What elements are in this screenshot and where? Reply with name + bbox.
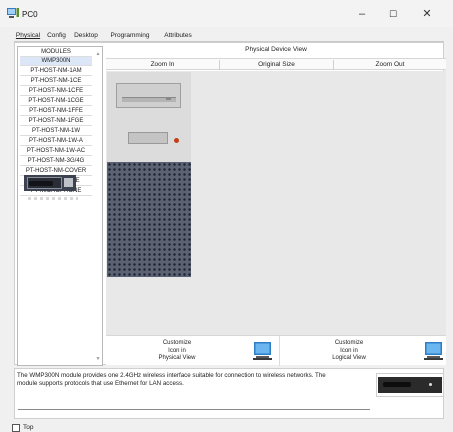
list-item[interactable]: PT-HOST-NM-1CGE: [20, 97, 92, 106]
scroll-up-arrow-icon[interactable]: ▲: [94, 50, 102, 58]
physical-device-view-title: Physical Device View: [245, 46, 307, 53]
module-list-header: MODULES: [20, 48, 92, 57]
monitor-icon[interactable]: [424, 340, 444, 362]
top-checkbox[interactable]: [12, 424, 20, 432]
description-line2: module supports protocols that use Ether…: [17, 380, 184, 387]
customize-logical-label[interactable]: Customize Icon in Logical View: [314, 340, 384, 363]
minimize-button[interactable]: –: [349, 5, 375, 23]
customize-logical-line3: Logical View: [332, 355, 366, 361]
customize-physical-line1: Customize: [162, 340, 192, 346]
monitor-icon[interactable]: [253, 340, 273, 362]
customize-separator: [279, 336, 280, 366]
rear-ports-row: [28, 197, 78, 200]
drive-led: [166, 98, 171, 100]
maximize-button[interactable]: ☐: [380, 5, 406, 23]
module-description: The WMP300N module provides one 2.4GHz w…: [17, 372, 357, 388]
list-item[interactable]: PT-HOST-NM-1AM: [20, 67, 92, 76]
description-line1: The WMP300N module provides one 2.4GHz w…: [17, 372, 326, 379]
module-label-icon: [64, 178, 73, 187]
ventilation-grille: [107, 162, 191, 277]
list-item[interactable]: PT-HOST-NM-1W-A: [20, 137, 92, 146]
description-divider: [18, 409, 370, 410]
title-bar: PC0 – ☐ ✕: [0, 0, 453, 27]
customize-logical-line1: Customize: [334, 340, 364, 346]
optical-drive-bay: [116, 83, 181, 108]
zoom-in-button[interactable]: Zoom In: [106, 59, 219, 71]
customize-physical-label[interactable]: Customize Icon in Physical View: [142, 340, 212, 363]
list-item[interactable]: PT-HOST-NM-1W: [20, 127, 92, 136]
customize-icon-bar: Customize Icon in Physical View Customiz…: [106, 335, 446, 366]
scroll-down-arrow-icon[interactable]: ▼: [94, 355, 102, 363]
list-item[interactable]: PT-HOST-NM-1W-AC: [20, 147, 92, 156]
original-size-button[interactable]: Original Size: [220, 59, 333, 71]
customize-physical-line3: Physical View: [158, 355, 196, 361]
power-button-icon[interactable]: [174, 138, 179, 143]
pc-icon: [7, 8, 19, 18]
zoom-toolbar: Zoom In Original Size Zoom Out: [106, 58, 446, 70]
pc-tower-image[interactable]: [107, 72, 191, 277]
module-led-icon: [429, 383, 432, 386]
list-item[interactable]: PT-HOST-NM-3G/4G: [20, 157, 92, 166]
window-title: PC0: [22, 10, 38, 19]
module-cable-icon: [383, 382, 411, 387]
list-item[interactable]: PT-HOST-NM-1FGE: [20, 117, 92, 126]
antenna-icon: [29, 181, 53, 186]
top-checkbox-label: Top: [23, 424, 34, 431]
floppy-drive-bay: [128, 132, 168, 144]
list-item[interactable]: PT-HOST-NM-1FFE: [20, 107, 92, 116]
customize-logical-line2: Icon in: [340, 347, 358, 354]
module-list[interactable]: MODULES WMP300N PT-HOST-NM-1AM PT-HOST-N…: [17, 46, 103, 366]
zoom-out-button[interactable]: Zoom Out: [334, 59, 446, 71]
close-button[interactable]: ✕: [414, 5, 440, 23]
list-item[interactable]: PT-HOST-NM-1CE: [20, 77, 92, 86]
list-item[interactable]: PT-HOST-NM-1CFE: [20, 87, 92, 96]
list-item[interactable]: WMP300N: [20, 57, 92, 66]
customize-physical-line2: Icon in: [168, 347, 186, 354]
